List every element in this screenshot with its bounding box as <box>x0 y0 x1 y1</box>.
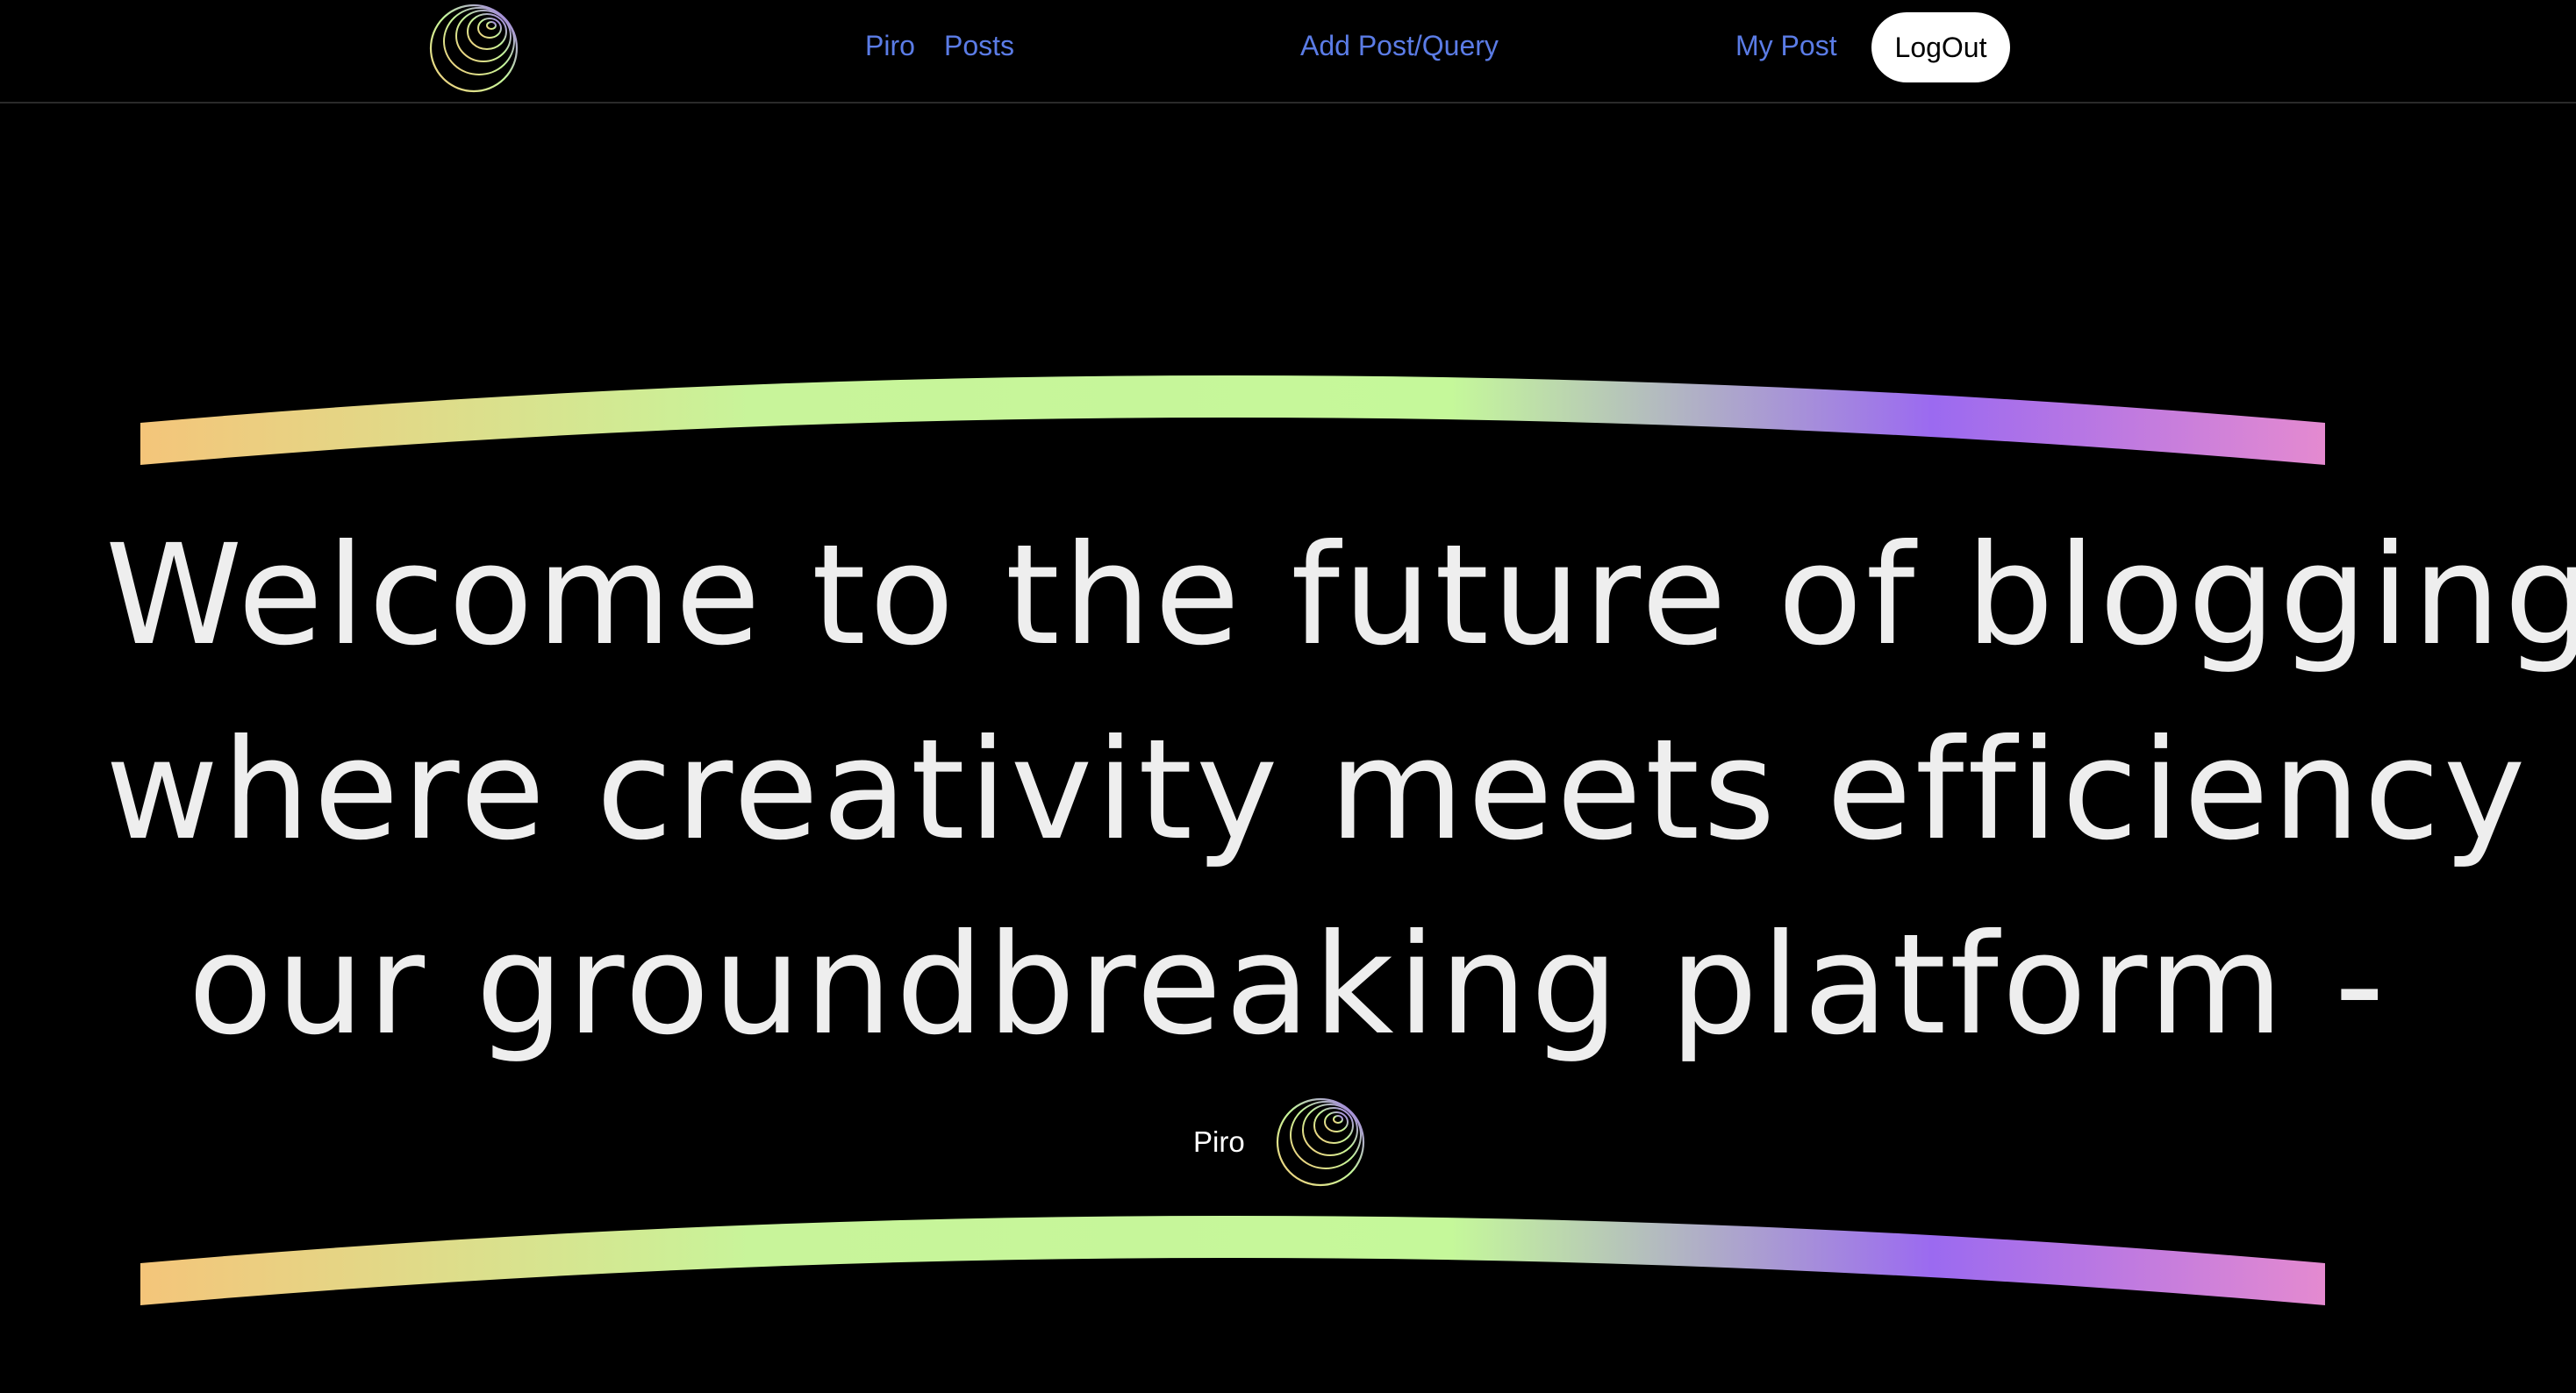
sphere-logo-icon <box>1275 1097 1366 1188</box>
navbar: Piro Posts Add Post/Query My Post LogOut <box>0 0 2576 104</box>
decorative-arc-top <box>140 363 2325 468</box>
hero-line-3: our groundbreaking platform - <box>188 904 2388 1066</box>
hero-line-1: Welcome to the future of blogging, <box>105 515 2576 676</box>
page: Piro Posts Add Post/Query My Post LogOut… <box>0 0 2576 1393</box>
logout-button[interactable]: LogOut <box>1871 12 2010 82</box>
nav-link-posts[interactable]: Posts <box>944 28 1014 63</box>
sphere-logo-icon[interactable] <box>428 3 519 94</box>
author-name: Piro <box>1193 1125 1245 1158</box>
hero-headline: Welcome to the future of blogging, where… <box>105 498 2576 1082</box>
decorative-arc-bottom <box>140 1204 2325 1309</box>
hero-line-2: where creativity meets efficiency in <box>105 710 2576 871</box>
author-signature: Piro <box>1193 1097 1366 1188</box>
nav-link-my-post[interactable]: My Post <box>1735 28 1837 63</box>
nav-link-piro[interactable]: Piro <box>865 28 915 63</box>
nav-link-add-post[interactable]: Add Post/Query <box>1300 28 1499 63</box>
